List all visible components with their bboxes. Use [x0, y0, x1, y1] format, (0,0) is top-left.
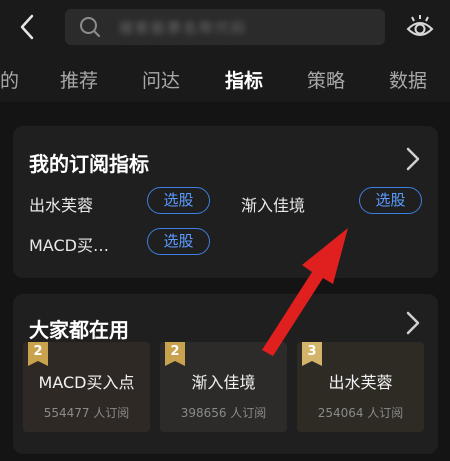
- chevron-right-icon[interactable]: [405, 146, 421, 172]
- popular-title: 大家都在用: [29, 318, 129, 342]
- eye-icon[interactable]: [404, 12, 436, 44]
- search-icon: [80, 17, 100, 37]
- rank-number: 3: [307, 344, 317, 359]
- top-bar: 搜索股票名称代码: [0, 0, 450, 56]
- tab-bar: 的 推荐 问达 指标 策略 数据: [0, 56, 450, 102]
- popular-indicator-name: 出水芙蓉: [328, 373, 393, 392]
- popular-indicator-item[interactable]: 2 渐入佳境 398656 人订阅: [160, 342, 287, 432]
- popular-indicator-name: MACD买入点: [38, 373, 135, 392]
- subscriber-count: 398656 人订阅: [180, 406, 267, 420]
- indicator-name[interactable]: 渐入佳境: [241, 192, 305, 216]
- select-stock-button[interactable]: 选股: [147, 228, 210, 255]
- chevron-left-icon[interactable]: [14, 12, 42, 42]
- subscribed-title: 我的订阅指标: [29, 152, 149, 176]
- chevron-right-icon[interactable]: [405, 310, 421, 336]
- popular-indicator-item[interactable]: 3 出水芙蓉 254064 人订阅: [297, 342, 424, 432]
- search-box[interactable]: 搜索股票名称代码: [65, 9, 385, 45]
- select-stock-button[interactable]: 选股: [359, 187, 422, 214]
- tab-indicators[interactable]: 指标: [225, 66, 263, 93]
- select-stock-button[interactable]: 选股: [147, 187, 210, 214]
- tab-recommend[interactable]: 推荐: [60, 66, 98, 93]
- rank-badge: 3: [302, 342, 322, 366]
- rank-number: 2: [170, 344, 180, 359]
- indicator-name[interactable]: MACD买…: [29, 232, 109, 256]
- rank-badge: 2: [165, 342, 185, 366]
- subscriber-count: 254064 人订阅: [317, 406, 404, 420]
- tab-wenda[interactable]: 问达: [142, 66, 180, 93]
- popular-indicator-item[interactable]: 2 MACD买入点 554477 人订阅: [23, 342, 150, 432]
- popular-indicators-card: 大家都在用 2 MACD买入点 554477 人订阅 2 渐入佳境 398656…: [13, 294, 438, 454]
- indicator-name[interactable]: 出水芙蓉: [29, 192, 93, 216]
- rank-number: 2: [33, 344, 43, 359]
- subscriber-count: 554477 人订阅: [43, 406, 130, 420]
- popular-indicator-name: 渐入佳境: [191, 373, 256, 392]
- tab-strategy[interactable]: 策略: [307, 66, 345, 93]
- subscribed-indicators-card: 我的订阅指标 出水芙蓉 选股 渐入佳境 选股 MACD买… 选股: [13, 126, 438, 278]
- rank-badge: 2: [28, 342, 48, 366]
- tab-partial[interactable]: 的: [0, 66, 19, 93]
- search-placeholder: 搜索股票名称代码: [119, 21, 247, 37]
- tab-data[interactable]: 数据: [389, 66, 427, 93]
